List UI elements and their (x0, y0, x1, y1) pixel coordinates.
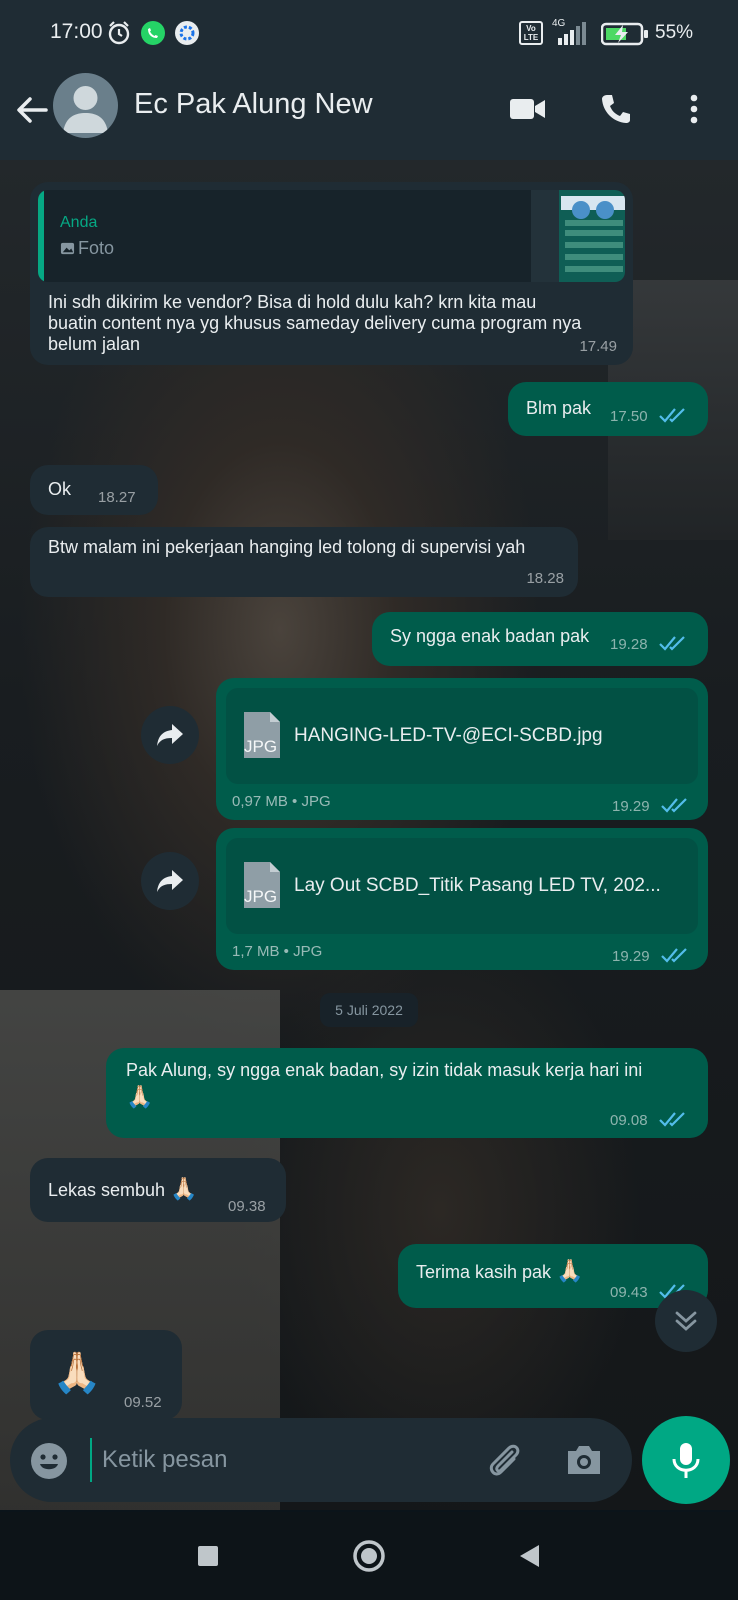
message-time: 17.49 (579, 338, 617, 355)
message-time: 09.43 (610, 1284, 648, 1301)
message-time: 17.50 (610, 408, 648, 425)
outgoing-message-bubble[interactable]: Terima kasih pak 🙏🏻 09.43 (398, 1244, 708, 1308)
incoming-message-bubble[interactable]: Ok 18.27 (30, 465, 158, 515)
settings-notification-icon (175, 21, 199, 45)
forward-icon (157, 870, 183, 892)
signal-icon (558, 22, 586, 45)
read-receipt-icon (659, 636, 685, 651)
read-receipt-icon (661, 798, 687, 813)
home-circle-icon (353, 1540, 385, 1572)
forward-button[interactable] (141, 706, 199, 764)
more-options-icon (690, 94, 698, 124)
voice-call-icon (602, 95, 630, 123)
quote-thumbnail (531, 190, 625, 282)
message-time: 09.38 (228, 1198, 266, 1215)
document-card[interactable]: JPG Lay Out SCBD_Titik Pasang LED TV, 20… (226, 838, 698, 934)
incoming-message-bubble[interactable]: Lekas sembuh 🙏🏻 09.38 (30, 1158, 286, 1222)
file-name: Lay Out SCBD_Titik Pasang LED TV, 202... (294, 875, 661, 896)
message-time: 18.28 (526, 570, 564, 587)
home-button[interactable] (345, 1532, 393, 1580)
battery-percent: 55% (655, 22, 694, 43)
message-text: Pak Alung, sy ngga enak badan, sy izin t… (126, 1060, 643, 1080)
emoji-icon[interactable] (28, 1440, 70, 1482)
forward-icon (157, 724, 183, 746)
back-arrow-icon[interactable] (12, 90, 52, 130)
chat-area[interactable]: Anda Foto Ini sdh dikirim ke vendor? Bis… (0, 160, 738, 1510)
folded-hands-emoji: 🙏🏻 (556, 1258, 584, 1283)
incoming-message-bubble[interactable]: Anda Foto Ini sdh dikirim ke vendor? Bis… (30, 182, 633, 365)
whatsapp-notification-icon (141, 21, 165, 45)
attachment-icon[interactable] (482, 1438, 526, 1482)
outgoing-message-bubble[interactable]: Sy ngga enak badan pak 19.28 (372, 612, 708, 666)
message-time: 19.29 (612, 798, 650, 815)
file-name: HANGING-LED-TV-@ECI-SCBD.jpg (294, 725, 603, 746)
outgoing-document-bubble[interactable]: JPG HANGING-LED-TV-@ECI-SCBD.jpg 0,97 MB… (216, 678, 708, 820)
forward-button[interactable] (141, 852, 199, 910)
message-text-body: Terima kasih pak (416, 1262, 552, 1282)
back-triangle-icon (520, 1545, 539, 1567)
folded-hands-emoji: 🙏🏻 (126, 1084, 154, 1109)
read-receipt-icon (661, 948, 687, 963)
default-avatar-icon (63, 86, 108, 133)
back-button[interactable] (505, 1532, 553, 1580)
outgoing-message-bubble[interactable]: Blm pak 17.50 (508, 382, 708, 436)
file-type-label: JPG (244, 737, 278, 756)
message-time: 18.27 (98, 489, 136, 506)
quote-author: Anda (60, 214, 98, 231)
quote-type: Foto (60, 238, 114, 259)
thumbnail-image (561, 196, 625, 272)
date-divider: 5 Juli 2022 (320, 993, 418, 1027)
message-text: Ini sdh dikirim ke vendor? Bisa di hold … (48, 292, 582, 354)
message-composer (10, 1418, 632, 1502)
camera-icon[interactable] (562, 1438, 606, 1482)
message-text: Sy ngga enak badan pak (390, 626, 590, 646)
document-card[interactable]: JPG HANGING-LED-TV-@ECI-SCBD.jpg (226, 688, 698, 784)
incoming-message-bubble[interactable]: 🙏🏻 09.52 (30, 1330, 182, 1420)
message-text: Blm pak (526, 398, 592, 418)
system-navigation-bar (0, 1512, 738, 1600)
photo-icon (60, 242, 75, 255)
message-input[interactable] (90, 1438, 482, 1482)
folded-hands-emoji: 🙏🏻 (170, 1176, 198, 1201)
message-text: Btw malam ini pekerjaan hanging led tolo… (48, 537, 526, 557)
file-meta: 0,97 MB • JPG (232, 793, 331, 810)
file-meta: 1,7 MB • JPG (232, 943, 323, 960)
volte-badge: Vo LTE (519, 21, 543, 45)
incoming-message-bubble[interactable]: Btw malam ini pekerjaan hanging led tolo… (30, 527, 578, 597)
recents-button[interactable] (184, 1532, 232, 1580)
message-time: 19.29 (612, 948, 650, 965)
contact-name[interactable]: Ec Pak Alung New (134, 88, 373, 121)
alarm-icon (108, 21, 130, 45)
microphone-icon (672, 1443, 700, 1478)
status-bar: 17:00 Vo LTE 4G 55% (0, 0, 738, 68)
quote-accent-bar (38, 190, 44, 282)
battery-charging-icon (601, 22, 648, 46)
file-type-label: JPG (244, 887, 278, 906)
scroll-to-bottom-button[interactable] (655, 1290, 717, 1352)
video-call-icon (510, 99, 545, 119)
read-receipt-icon (659, 408, 685, 423)
message-text: Ok (48, 479, 72, 499)
outgoing-document-bubble[interactable]: JPG Lay Out SCBD_Titik Pasang LED TV, 20… (216, 828, 708, 970)
voice-record-button[interactable] (642, 1416, 730, 1504)
message-text: Terima kasih pak 🙏🏻 (416, 1260, 583, 1283)
quoted-message[interactable]: Anda Foto (38, 190, 625, 282)
message-time: 09.52 (124, 1394, 162, 1411)
quote-type-label: Foto (78, 238, 115, 258)
folded-hands-emoji: 🙏🏻 (52, 1351, 102, 1395)
more-options-button[interactable] (671, 86, 717, 132)
chat-header: Ec Pak Alung New (0, 68, 738, 160)
message-time: 09.08 (610, 1112, 648, 1129)
voice-call-button[interactable] (593, 86, 639, 132)
message-text-body: Lekas sembuh (48, 1180, 166, 1200)
status-time: 17:00 (50, 20, 103, 43)
outgoing-message-bubble[interactable]: Pak Alung, sy ngga enak badan, sy izin t… (106, 1048, 708, 1138)
message-time: 19.28 (610, 636, 648, 653)
message-text: Lekas sembuh 🙏🏻 (48, 1178, 198, 1201)
video-call-button[interactable] (505, 86, 551, 132)
double-chevron-down-icon (675, 1311, 697, 1331)
recents-square-icon (198, 1546, 218, 1566)
read-receipt-icon (659, 1112, 685, 1127)
avatar[interactable] (53, 73, 118, 138)
